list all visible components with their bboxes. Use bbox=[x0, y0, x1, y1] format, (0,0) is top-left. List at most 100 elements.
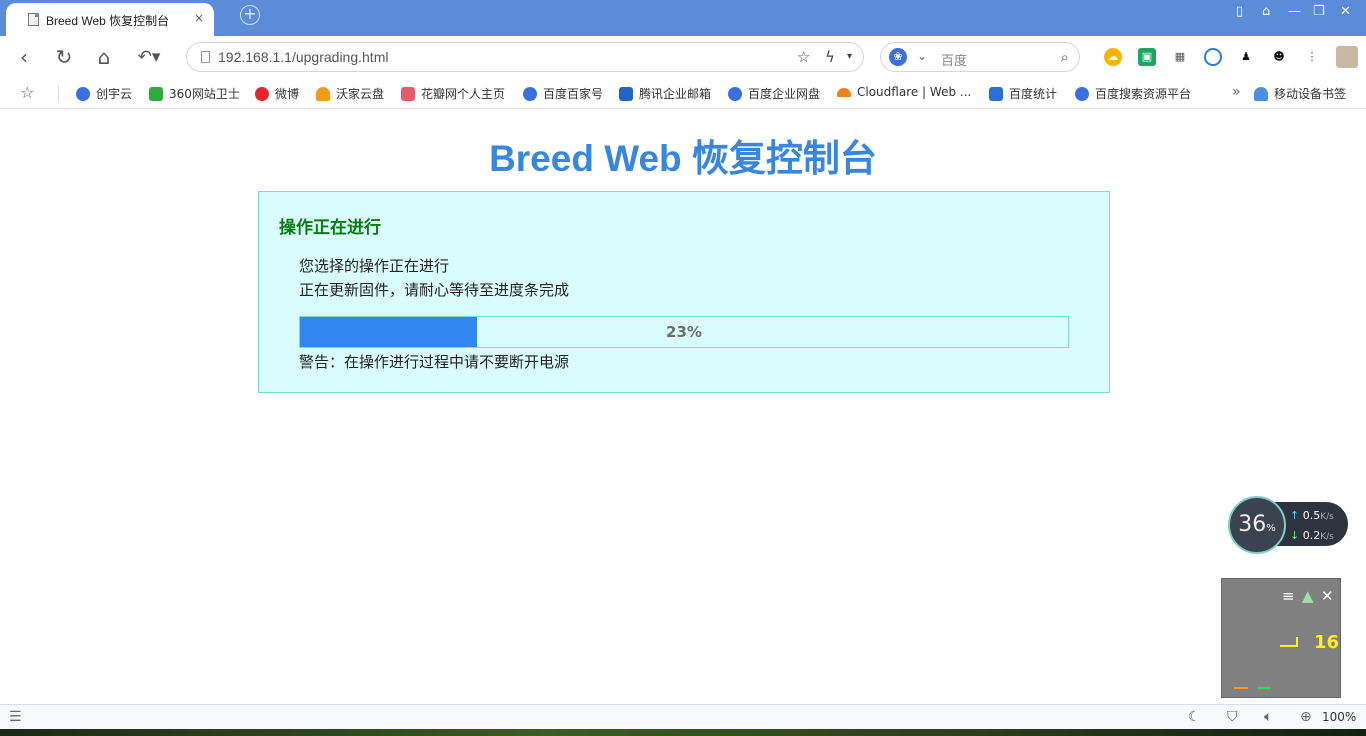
close-icon[interactable]: ✕ bbox=[1321, 587, 1334, 605]
zoom-icon[interactable]: ⊕ bbox=[1300, 709, 1312, 725]
restore-button[interactable]: ❐ bbox=[1313, 4, 1325, 19]
page-title: Breed Web 恢复控制台 bbox=[489, 138, 877, 179]
skin-icon[interactable]: ⌂ bbox=[1262, 4, 1270, 19]
status-bar: ☰ ☾ ⛉ 🔈︎ ⊕ 100% bbox=[0, 704, 1366, 729]
page-info-icon[interactable] bbox=[201, 51, 210, 63]
tab-title: Breed Web 恢复控制台 bbox=[46, 14, 170, 28]
speed-mode-icon[interactable]: ϟ bbox=[825, 48, 835, 66]
security-icon[interactable]: ⛉ bbox=[1227, 709, 1238, 725]
memory-usage-gauge[interactable]: 36% bbox=[1228, 496, 1286, 554]
browser-tab[interactable]: Breed Web 恢复控制台 × bbox=[6, 3, 214, 36]
page-content: Breed Web 恢复控制台 操作正在进行 您选择的操作正在进行 正在更新固件… bbox=[0, 110, 1366, 704]
volume-icon[interactable]: 🔈︎ bbox=[1264, 709, 1272, 725]
page-icon bbox=[28, 13, 39, 26]
bookmark-icon bbox=[76, 86, 90, 101]
tab-close-icon[interactable]: × bbox=[194, 11, 204, 25]
progress-bar: 23% bbox=[299, 316, 1069, 348]
bookmark-label: 腾讯企业邮箱 bbox=[639, 87, 712, 101]
bookmark-label: 创宇云 bbox=[96, 87, 133, 101]
bookmark-label: 百度企业网盘 bbox=[748, 87, 821, 101]
close-window-button[interactable]: ✕ bbox=[1340, 4, 1351, 19]
bookmark-item[interactable]: 360网站卫士 bbox=[149, 85, 240, 102]
mobile-bookmarks[interactable]: 移动设备书签 bbox=[1254, 85, 1346, 102]
progress-label: 23% bbox=[666, 323, 702, 341]
avatar[interactable] bbox=[1336, 46, 1358, 68]
menu-dots-icon[interactable]: ⋮ bbox=[1303, 48, 1321, 66]
search-box[interactable]: ❀ ⌄ 百度 ⌕ bbox=[880, 42, 1080, 72]
desktop-taskbar-edge bbox=[0, 729, 1366, 736]
bookmark-label: 沃家云盘 bbox=[336, 87, 385, 101]
bookmarks-bar: ☆ 创宇云 360网站卫士 微博 沃家云盘 花瓣网个人主页 百度百家号 腾讯企业… bbox=[0, 78, 1366, 109]
home-icon[interactable]: ⌂ bbox=[92, 45, 116, 69]
bookmark-label: 360网站卫士 bbox=[169, 87, 240, 101]
cloudflare-icon bbox=[837, 87, 851, 97]
sidebar-list-icon[interactable]: ☰ bbox=[9, 709, 22, 725]
chart-icon bbox=[989, 86, 1003, 101]
bookmark-label: 百度搜索资源平台 bbox=[1095, 87, 1192, 101]
indicator-dash bbox=[1234, 687, 1248, 689]
more-bookmarks-icon[interactable]: » bbox=[1232, 84, 1241, 100]
lock-icon[interactable]: ▣ bbox=[1138, 48, 1156, 66]
bookmark-item[interactable]: 沃家云盘 bbox=[316, 85, 384, 102]
bookmark-item[interactable]: 百度企业网盘 bbox=[728, 85, 820, 102]
bookmark-item[interactable]: 微博 bbox=[255, 85, 299, 102]
weather-icon[interactable]: ☁ bbox=[1104, 48, 1122, 66]
huaban-icon bbox=[401, 86, 415, 101]
status-panel: 操作正在进行 您选择的操作正在进行 正在更新固件，请耐心等待至进度条完成 23%… bbox=[258, 191, 1110, 393]
new-tab-button[interactable]: + bbox=[240, 5, 260, 25]
status-message: 您选择的操作正在进行 bbox=[299, 257, 450, 275]
baidu-paw-icon bbox=[523, 86, 537, 101]
bookmark-item[interactable]: 腾讯企业邮箱 bbox=[619, 85, 711, 102]
speed-test-icon[interactable] bbox=[1204, 48, 1222, 66]
bookmark-label: 移动设备书签 bbox=[1274, 87, 1347, 101]
mail-icon bbox=[619, 86, 633, 101]
netdisk-icon bbox=[728, 86, 742, 101]
undo-close-icon[interactable]: ↶▾ bbox=[132, 45, 166, 69]
add-bookmark-icon[interactable]: ☆ bbox=[20, 83, 34, 102]
bookmark-label: Cloudflare | Web ... bbox=[857, 85, 972, 99]
network-speed-widget[interactable]: ↑ 0.5K/s ↓ 0.2K/s 36% bbox=[1228, 496, 1348, 556]
zoom-level[interactable]: 100% bbox=[1322, 710, 1356, 724]
triangle-up-icon[interactable]: ▲ bbox=[1302, 587, 1314, 605]
penguin-icon[interactable]: ♟ bbox=[1237, 48, 1255, 66]
sidebar-toggle-icon[interactable]: ▯ bbox=[1236, 4, 1243, 19]
signal-icon bbox=[1280, 637, 1298, 647]
download-speed: ↓ 0.2K/s bbox=[1290, 529, 1334, 542]
address-bar[interactable]: 192.168.1.1/upgrading.html ☆ ϟ ▾ bbox=[186, 42, 864, 72]
bookmark-item[interactable]: 百度百家号 bbox=[523, 85, 603, 102]
back-icon[interactable]: ‹ bbox=[12, 45, 36, 69]
upload-arrow-icon: ↑ bbox=[1290, 509, 1300, 522]
bookmark-star-icon[interactable]: ☆ bbox=[797, 48, 810, 66]
panel-heading: 操作正在进行 bbox=[279, 218, 381, 238]
baidu-paw-icon[interactable]: ❀ bbox=[889, 48, 907, 66]
bookmark-label: 花瓣网个人主页 bbox=[421, 87, 506, 101]
bookmark-item[interactable]: Cloudflare | Web ... bbox=[837, 85, 971, 99]
menu-icon[interactable]: ≡ bbox=[1282, 587, 1295, 605]
bookmark-item[interactable]: 创宇云 bbox=[76, 85, 132, 102]
upload-speed: ↑ 0.5K/s bbox=[1290, 509, 1334, 522]
minimize-button[interactable]: — bbox=[1288, 4, 1301, 19]
bookmark-item[interactable]: 百度统计 bbox=[989, 85, 1057, 102]
overlay-widget[interactable]: ≡ ▲ ✕ 16 bbox=[1221, 578, 1341, 698]
night-mode-icon[interactable]: ☾ bbox=[1188, 709, 1201, 725]
overlay-value: 16 bbox=[1314, 632, 1340, 653]
navigation-bar: ‹ ↻ ⌂ ↶▾ 192.168.1.1/upgrading.html ☆ ϟ … bbox=[0, 36, 1366, 78]
chevron-down-icon[interactable]: ▾ bbox=[847, 51, 852, 62]
search-input[interactable]: 百度 bbox=[941, 50, 967, 69]
warning-message: 警告：在操作进行过程中请不要断开电源 bbox=[299, 353, 570, 371]
chevron-down-icon[interactable]: ⌄ bbox=[917, 49, 927, 63]
cat-icon[interactable]: ☻ bbox=[1270, 48, 1288, 66]
download-arrow-icon: ↓ bbox=[1290, 529, 1300, 542]
bookmark-item[interactable]: 百度搜索资源平台 bbox=[1075, 85, 1191, 102]
bookmark-item[interactable]: 花瓣网个人主页 bbox=[401, 85, 505, 102]
qr-code-icon[interactable]: ▦ bbox=[1171, 48, 1189, 66]
instruction-message: 正在更新固件，请耐心等待至进度条完成 bbox=[299, 281, 570, 299]
mobile-cloud-icon bbox=[1254, 86, 1268, 101]
cloud-icon bbox=[316, 86, 330, 101]
tab-strip: Breed Web 恢复控制台 × + ▯ ⌂ — ❐ ✕ bbox=[0, 0, 1366, 36]
search-icon[interactable]: ⌕ bbox=[1061, 48, 1069, 66]
reload-icon[interactable]: ↻ bbox=[52, 45, 76, 69]
bookmark-label: 百度百家号 bbox=[543, 87, 604, 101]
baidu-paw-icon bbox=[1075, 86, 1089, 101]
url-text[interactable]: 192.168.1.1/upgrading.html bbox=[218, 49, 388, 65]
